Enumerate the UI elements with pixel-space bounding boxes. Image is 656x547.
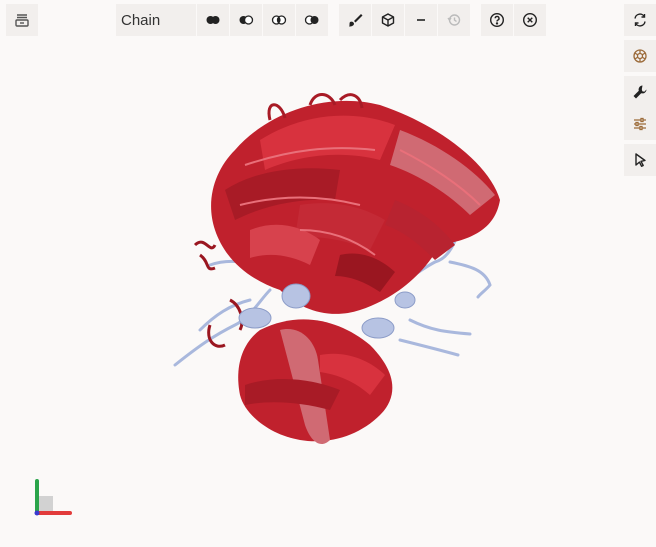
axes-indicator [34,479,72,516]
brush-icon [349,14,363,27]
settings-button[interactable] [624,108,656,140]
selection-mode-button[interactable] [624,144,656,176]
screenshot-button[interactable] [624,40,656,72]
wrench-icon [633,85,647,99]
coloring-select[interactable]: Chain [116,4,196,36]
cartoon-icon [206,16,220,24]
controls-button[interactable] [624,76,656,108]
coloring-select-value: Chain [121,11,161,29]
history-icon [447,14,461,26]
color-brush-button[interactable] [339,4,371,36]
history-button[interactable] [438,4,470,36]
surface-icon [239,15,254,25]
measure-button[interactable] [405,4,437,36]
ball-stick-icon [271,15,287,25]
cartoon-mode-button[interactable] [197,4,229,36]
close-button[interactable] [514,4,546,36]
cube-icon [381,13,395,27]
minus-icon [417,19,425,21]
close-icon [522,12,538,28]
settings-icon [634,117,646,131]
ball-stick-mode-button[interactable] [263,4,295,36]
spacefill-mode-button[interactable] [296,4,328,36]
help-button[interactable] [481,4,513,36]
reset-icon [634,13,646,27]
reset-camera-button[interactable] [624,4,656,36]
help-icon [489,12,505,28]
geometry-button[interactable] [372,4,404,36]
spacefill-icon [304,15,319,25]
toggle-sequence-button[interactable] [6,4,38,36]
screenshot-icon [633,49,647,63]
molecule-viewport[interactable] [0,0,656,547]
select-icon [635,153,646,167]
panel-icon [15,14,29,27]
surface-mode-button[interactable] [230,4,262,36]
protein-chain-a [193,93,500,445]
